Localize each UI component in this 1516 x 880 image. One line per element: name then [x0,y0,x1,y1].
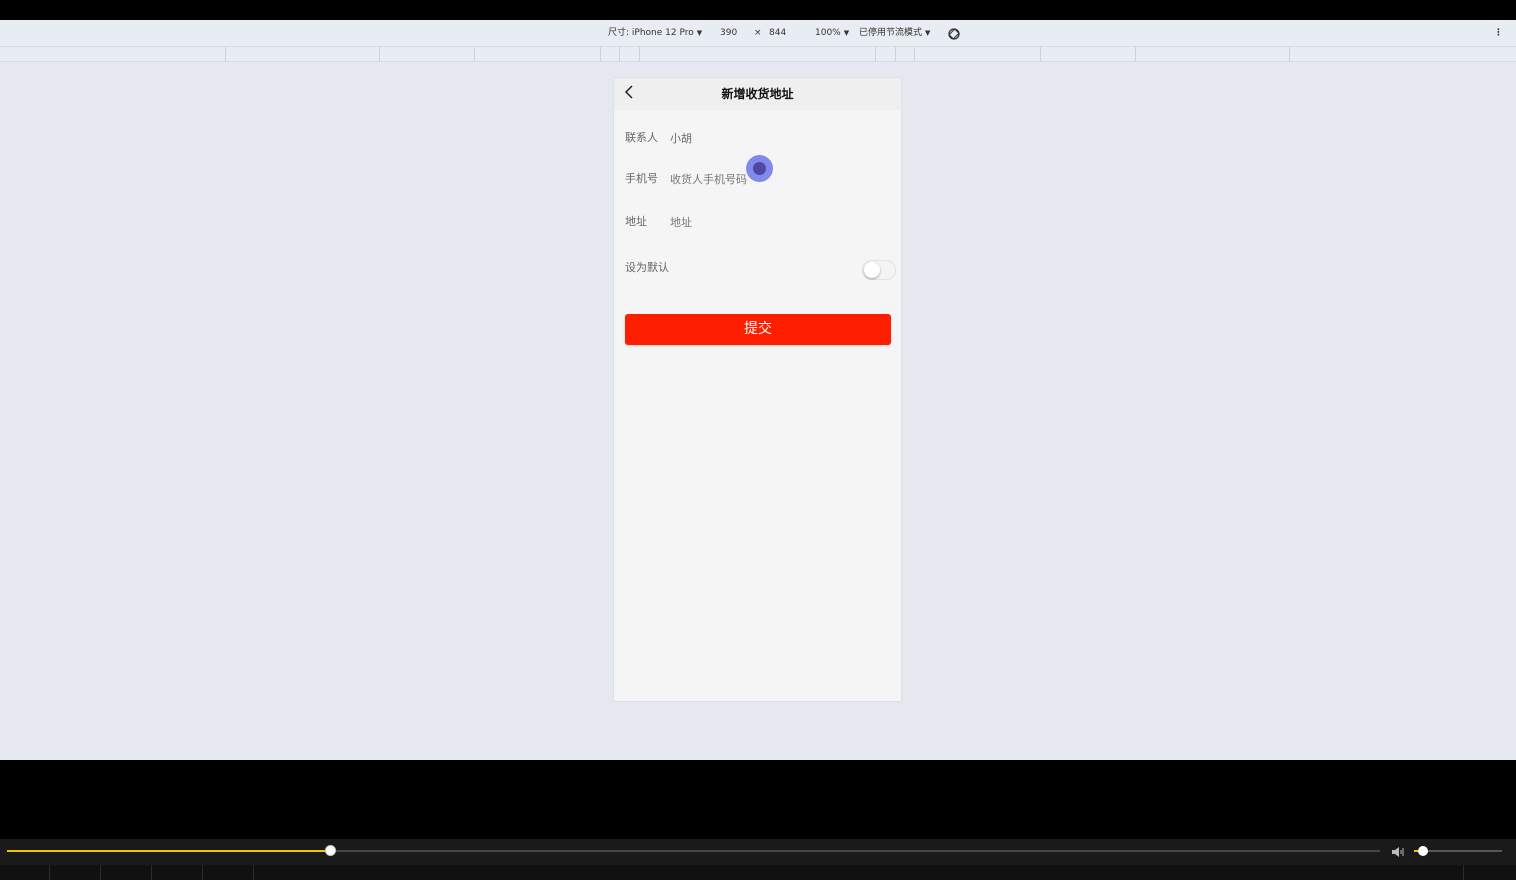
volume-handle[interactable] [1417,846,1428,856]
page-title: 新增收货地址 [721,87,794,101]
throttle-select[interactable]: 已停用节流模式 ▼ [859,20,930,47]
strip-cell [1463,865,1464,880]
ruler-tick [1135,47,1136,62]
zoom-select[interactable]: 100% ▼ [815,20,849,47]
zoom-label: 100% [815,28,841,38]
device-select-caret-icon: ▼ [696,29,703,37]
ruler-tick [474,47,475,62]
contact-label: 联系人 [625,131,658,144]
nav-bar: 新增收货地址 [614,78,901,110]
touch-cursor-center [753,162,766,175]
dimension-separator: × [754,28,762,38]
back-button[interactable] [620,83,640,103]
ruler-tick [895,47,896,62]
strip-cell [0,865,50,880]
ruler-tick [875,47,876,62]
volume-slider[interactable] [1414,846,1502,856]
progress-fill [7,850,330,852]
media-query-ruler [0,47,1516,62]
ruler-tick [619,47,620,62]
ruler-tick [600,47,601,62]
contact-input[interactable] [670,127,890,149]
volume-icon[interactable] [1391,844,1407,858]
device-toolbar: 尺寸: iPhone 12 Pro ▼ 390 × 844 100% ▼ 已停用节流… [0,20,1516,47]
submit-button[interactable]: 提交 [625,314,891,345]
progress-bar[interactable] [7,845,1380,856]
set-default-toggle[interactable] [862,260,896,280]
width-input[interactable]: 390 [720,20,737,47]
ruler-tick [379,47,380,62]
ruler-tick [225,47,226,62]
device-select[interactable]: 尺寸: iPhone 12 Pro ▼ [608,20,702,47]
throttle-caret-icon: ▼ [925,29,931,37]
address-label: 地址 [625,215,647,228]
strip-cell [50,865,101,880]
throttle-label: 已停用节流模式 [859,28,923,38]
ruler-tick [1289,47,1290,62]
phone-label: 手机号 [625,172,658,185]
ruler-tick [914,47,915,62]
strip-cell [203,865,254,880]
device-size-label: 尺寸: iPhone 12 Pro [608,28,694,38]
more-options-icon[interactable]: ⋮ [1494,20,1503,47]
address-row: 地址 [614,207,901,237]
rotate-icon[interactable] [946,26,962,42]
strip-cell [152,865,203,880]
screen: 尺寸: iPhone 12 Pro ▼ 390 × 844 100% ▼ 已停用节流… [0,0,1516,880]
touch-cursor [746,155,773,182]
toggle-knob [864,262,880,278]
bottom-strip [0,865,1516,880]
phone-input[interactable] [670,168,890,190]
progress-handle[interactable] [324,845,336,856]
ruler-tick [639,47,640,62]
height-input[interactable]: 844 [769,20,786,47]
address-input[interactable] [670,211,890,233]
chevron-left-icon [624,85,633,99]
strip-cell [101,865,152,880]
zoom-caret-icon: ▼ [843,29,850,37]
ruler-tick [1040,47,1041,62]
contact-row: 联系人 [614,123,901,153]
set-default-label: 设为默认 [625,261,669,274]
